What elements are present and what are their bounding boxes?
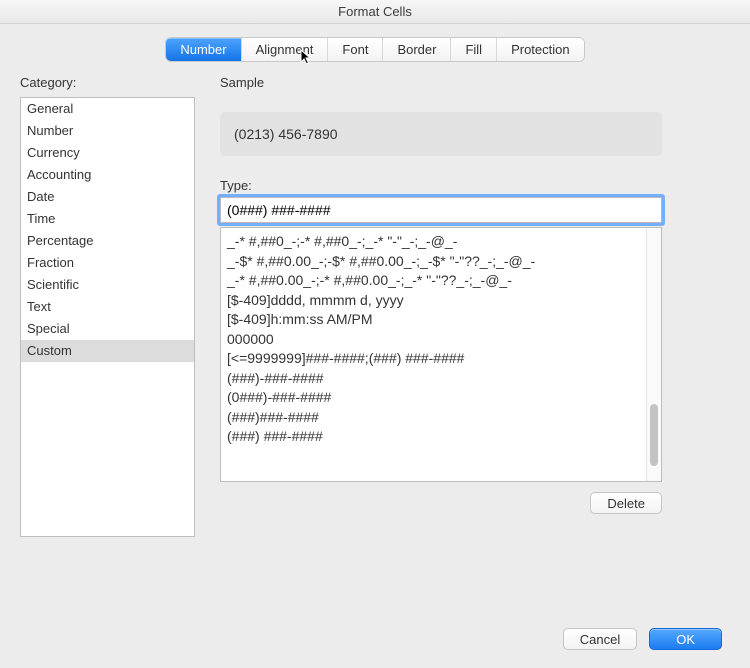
delete-button[interactable]: Delete [590,492,662,514]
category-item-time[interactable]: Time [21,208,194,230]
category-item-number[interactable]: Number [21,120,194,142]
category-item-custom[interactable]: Custom [21,340,194,362]
tab-alignment[interactable]: Alignment [242,38,329,61]
category-item-fraction[interactable]: Fraction [21,252,194,274]
window-title: Format Cells [338,4,412,19]
tab-fill[interactable]: Fill [451,38,497,61]
type-item[interactable]: [<=9999999]###-####;(###) ###-#### [227,349,640,369]
tab-label: Fill [465,42,482,57]
category-list[interactable]: GeneralNumberCurrencyAccountingDateTimeP… [20,97,195,537]
type-item[interactable]: (###)###-#### [227,408,640,428]
tab-border[interactable]: Border [383,38,451,61]
tab-number[interactable]: Number [166,38,241,61]
category-item-text[interactable]: Text [21,296,194,318]
tab-font[interactable]: Font [328,38,383,61]
type-list[interactable]: _-* #,##0_-;-* #,##0_-;_-* "-"_-;_-@_-_-… [220,227,662,482]
category-item-currency[interactable]: Currency [21,142,194,164]
ok-button[interactable]: OK [649,628,722,650]
type-item[interactable]: (###)-###-#### [227,369,640,389]
scrollbar[interactable] [646,228,661,481]
type-item[interactable]: (###) ###-#### [227,427,640,447]
category-item-special[interactable]: Special [21,318,194,340]
category-item-scientific[interactable]: Scientific [21,274,194,296]
type-input[interactable] [220,197,662,223]
sample-box: (0213) 456-7890 [220,112,662,156]
type-label: Type: [220,178,722,193]
type-item[interactable]: _-* #,##0.00_-;-* #,##0.00_-;_-* "-"??_-… [227,271,640,291]
type-item[interactable]: [$-409]h:mm:ss AM/PM [227,310,640,330]
tab-label: Alignment [256,42,314,57]
window-titlebar: Format Cells [0,0,750,24]
type-item[interactable]: _-$* #,##0.00_-;-$* #,##0.00_-;_-$* "-"?… [227,252,640,272]
type-item[interactable]: (0###)-###-#### [227,388,640,408]
category-item-accounting[interactable]: Accounting [21,164,194,186]
sample-label: Sample [220,75,722,90]
tab-label: Font [342,42,368,57]
tab-label: Protection [511,42,570,57]
tab-bar: Number Alignment Font Border Fill Protection [166,38,583,61]
scrollbar-thumb[interactable] [650,404,658,466]
type-item[interactable]: [$-409]dddd, mmmm d, yyyy [227,291,640,311]
tab-protection[interactable]: Protection [497,38,584,61]
cancel-button[interactable]: Cancel [563,628,637,650]
sample-value: (0213) 456-7890 [234,126,338,142]
type-item[interactable]: _-* #,##0_-;-* #,##0_-;_-* "-"_-;_-@_- [227,232,640,252]
category-item-general[interactable]: General [21,98,194,120]
category-item-percentage[interactable]: Percentage [21,230,194,252]
tab-label: Border [397,42,436,57]
type-item[interactable]: 000000 [227,330,640,350]
tab-label: Number [180,42,226,57]
category-item-date[interactable]: Date [21,186,194,208]
